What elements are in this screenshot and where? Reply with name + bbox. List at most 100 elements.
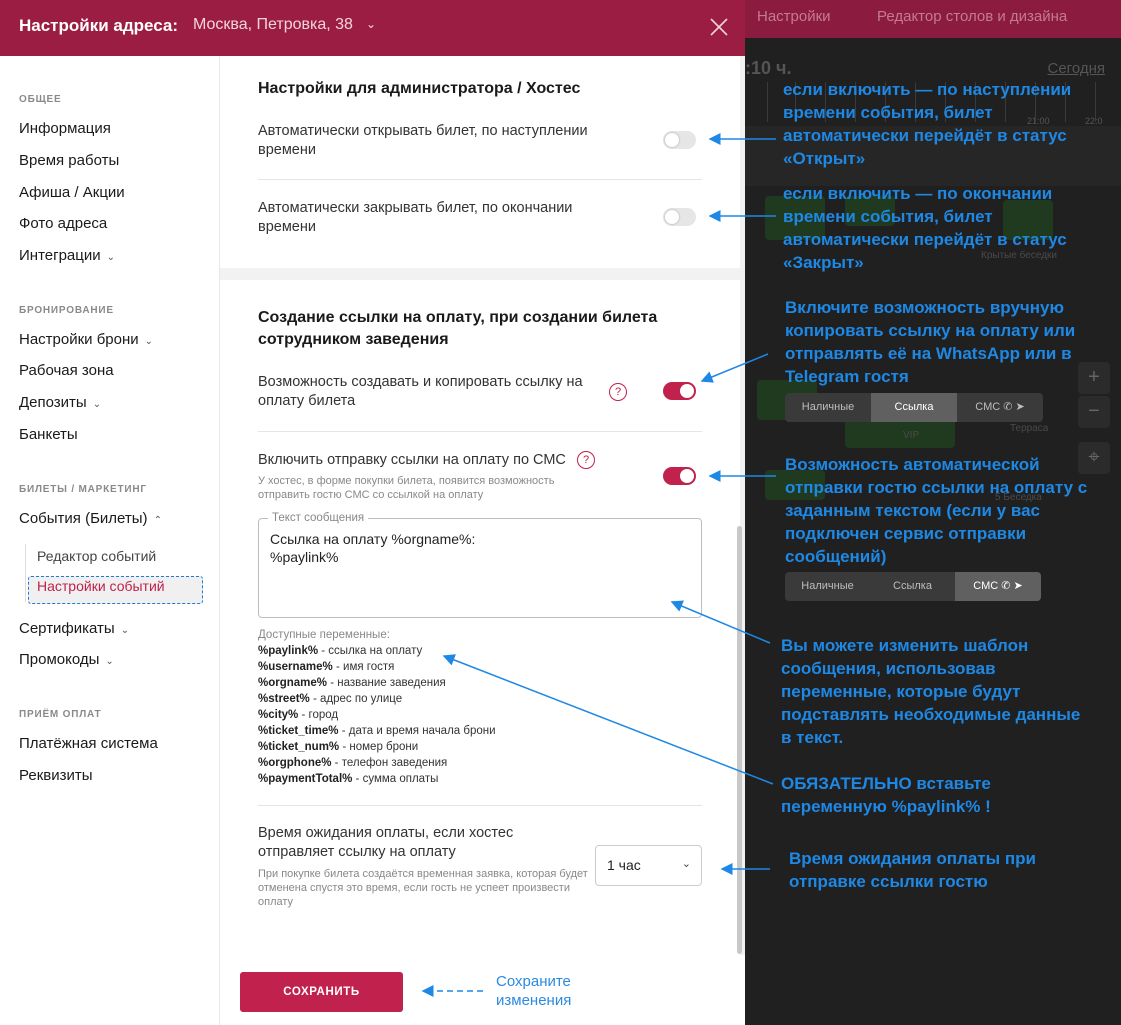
tab-cash[interactable]: Наличные — [785, 572, 870, 601]
sidebar-section-title: ПРИЁМ ОПЛАТ — [19, 709, 102, 720]
scrollbar[interactable] — [737, 526, 742, 954]
variable-name: %ticket_time% — [258, 725, 339, 737]
variable-name: %ticket_num% — [258, 741, 340, 753]
auto-open-toggle[interactable] — [663, 131, 696, 149]
variable-desc: - название заведения — [327, 677, 446, 689]
tab-sms-label: СМС — [975, 401, 1001, 413]
variable-desc: - дата и время начала брони — [338, 725, 496, 737]
variable-desc: - ссылка на оплату — [318, 645, 423, 657]
payment-method-tabs: Наличные Ссылка СМС ✆ ➤ — [785, 572, 1041, 601]
variable-desc: - сумма оплаты — [352, 773, 439, 785]
modal-header: Настройки адреса: Москва, Петровка, 38 ⌄ — [0, 0, 745, 56]
tab-link[interactable]: Ссылка — [871, 393, 957, 422]
sidebar: ОБЩЕЕ Информация Время работы Афиша / Ак… — [0, 56, 220, 1025]
auto-close-label: Автоматически закрывать билет, по оконча… — [258, 200, 573, 235]
variable-name: %paymentTotal% — [258, 773, 353, 785]
tab-cash[interactable]: Наличные — [785, 393, 871, 422]
create-link-toggle[interactable] — [663, 382, 696, 400]
variable-item: %orgname% - название заведения — [258, 677, 446, 689]
variable-item: %orgphone% - телефон заведения — [258, 757, 447, 769]
tab-sms[interactable]: СМС ✆ ➤ — [957, 393, 1043, 422]
annotation-paylink: ОБЯЗАТЕЛЬНО вставьте переменную %paylink… — [781, 774, 991, 816]
wait-time-description: При покупке билета создаётся временная з… — [258, 868, 588, 908]
background-nav-settings: Настройки — [757, 8, 831, 25]
variable-name: %paylink% — [258, 645, 319, 657]
background-time: :10 ч. — [745, 58, 792, 78]
sidebar-item-label: Настройки брони — [19, 331, 139, 348]
sidebar-item-certificates[interactable]: Сертификаты ⌄ — [19, 620, 129, 637]
sidebar-section-title: БРОНИРОВАНИЕ — [19, 305, 114, 316]
help-icon[interactable]: ? — [609, 383, 627, 401]
annotation-template: Вы можете изменить шаблон сообщения, исп… — [781, 636, 1081, 747]
modal-title: Настройки адреса: — [19, 16, 179, 35]
tab-sms-label: СМС — [973, 580, 999, 592]
divider — [258, 179, 702, 180]
sidebar-item-info[interactable]: Информация — [19, 120, 111, 137]
divider — [258, 805, 702, 806]
variables-title: Доступные переменные: — [258, 629, 390, 641]
close-icon[interactable] — [706, 14, 732, 40]
background-topbar: Настройки Редактор столов и дизайна — [745, 0, 1121, 38]
wait-time-label: Время ожидания оплаты, если хостес отпра… — [258, 825, 514, 860]
sidebar-subitem-event-settings[interactable]: Настройки событий — [37, 578, 165, 594]
variable-item: %street% - адрес по улице — [258, 693, 402, 705]
chevron-down-icon: ⌄ — [92, 399, 102, 410]
chevron-down-icon: ⌄ — [144, 336, 154, 347]
sidebar-item-promocodes[interactable]: Промокоды ⌄ — [19, 651, 114, 668]
save-button[interactable]: СОХРАНИТЬ — [240, 972, 403, 1012]
tab-link[interactable]: Ссылка — [870, 572, 955, 601]
variable-item: %city% - город — [258, 709, 338, 721]
annotation-create-link: Включите возможность вручную копировать … — [785, 298, 1076, 386]
sidebar-item-label: События (Билеты) — [19, 510, 148, 527]
background-today: Сегодня — [1047, 60, 1106, 77]
sidebar-section-title: БИЛЕТЫ / МАРКЕТИНГ — [19, 484, 147, 495]
sidebar-item-label: Промокоды — [19, 651, 100, 668]
chevron-up-icon: ⌃ — [153, 515, 162, 526]
payment-method-tabs: Наличные Ссылка СМС ✆ ➤ — [785, 393, 1043, 422]
variable-name: %street% — [258, 693, 310, 705]
sidebar-item-deposits[interactable]: Депозиты ⌄ — [19, 394, 101, 411]
sidebar-item-payment-system[interactable]: Платёжная система — [19, 735, 158, 752]
variable-desc: - адрес по улице — [309, 693, 403, 705]
variable-name: %orgname% — [258, 677, 328, 689]
variable-desc: - город — [298, 709, 339, 721]
sms-link-description: У хостес, в форме покупки билета, появит… — [258, 475, 555, 501]
sms-link-toggle[interactable] — [663, 467, 696, 485]
sidebar-item-integrations[interactable]: Интеграции ⌄ — [19, 247, 115, 264]
message-text[interactable]: Ссылка на оплату %orgname%: %paylink% — [270, 530, 475, 566]
sidebar-item-work-zone[interactable]: Рабочая зона — [19, 362, 114, 379]
help-icon[interactable]: ? — [577, 451, 595, 469]
sidebar-item-requisites[interactable]: Реквизиты — [19, 767, 93, 784]
zoom-out-button[interactable]: − — [1078, 396, 1110, 428]
settings-content: Настройки для администратора / Хостес Ав… — [220, 56, 745, 955]
divider — [258, 431, 702, 432]
variable-item: %username% - имя гостя — [258, 661, 394, 673]
sidebar-item-banquets[interactable]: Банкеты — [19, 426, 78, 443]
sidebar-item-events[interactable]: События (Билеты) ⌃ — [19, 510, 162, 527]
auto-close-toggle[interactable] — [663, 208, 696, 226]
annotation-auto-open: если включить — по наступлении времени с… — [783, 80, 1072, 168]
sidebar-item-hours[interactable]: Время работы — [19, 152, 119, 169]
auto-open-label: Автоматически открывать билет, по наступ… — [258, 123, 588, 158]
sidebar-item-booking-settings[interactable]: Настройки брони ⌄ — [19, 331, 153, 348]
tab-sms[interactable]: СМС ✆ ➤ — [955, 572, 1041, 601]
footer: СОХРАНИТЬ Сохраните изменения — [220, 955, 745, 1025]
chevron-down-icon[interactable]: ⌄ — [366, 17, 376, 31]
section-title: Настройки для администратора / Хостес — [258, 80, 581, 97]
wait-time-select[interactable]: 1 час ⌄ — [595, 845, 702, 886]
section-title: Создание ссылки на оплату, при создании … — [258, 309, 658, 348]
address-selector[interactable]: Москва, Петровка, 38 — [193, 16, 353, 34]
sidebar-item-promo[interactable]: Афиша / Акции — [19, 184, 125, 201]
background-label: VIP — [903, 430, 920, 441]
variable-item: %paylink% - ссылка на оплату — [258, 645, 422, 657]
background-nav-editor: Редактор столов и дизайна — [877, 8, 1068, 25]
sidebar-item-photos[interactable]: Фото адреса — [19, 215, 107, 232]
variable-name: %city% — [258, 709, 299, 721]
sidebar-subitem-event-editor[interactable]: Редактор событий — [37, 548, 156, 564]
annotation-wait-time: Время ожидания оплаты при отправке ссылк… — [789, 849, 1036, 891]
save-hint: Сохраните изменения — [496, 973, 572, 1009]
sidebar-item-label: Сертификаты — [19, 620, 115, 637]
sidebar-subline — [25, 544, 26, 602]
variable-name: %orgphone% — [258, 757, 332, 769]
variable-name: %username% — [258, 661, 333, 673]
